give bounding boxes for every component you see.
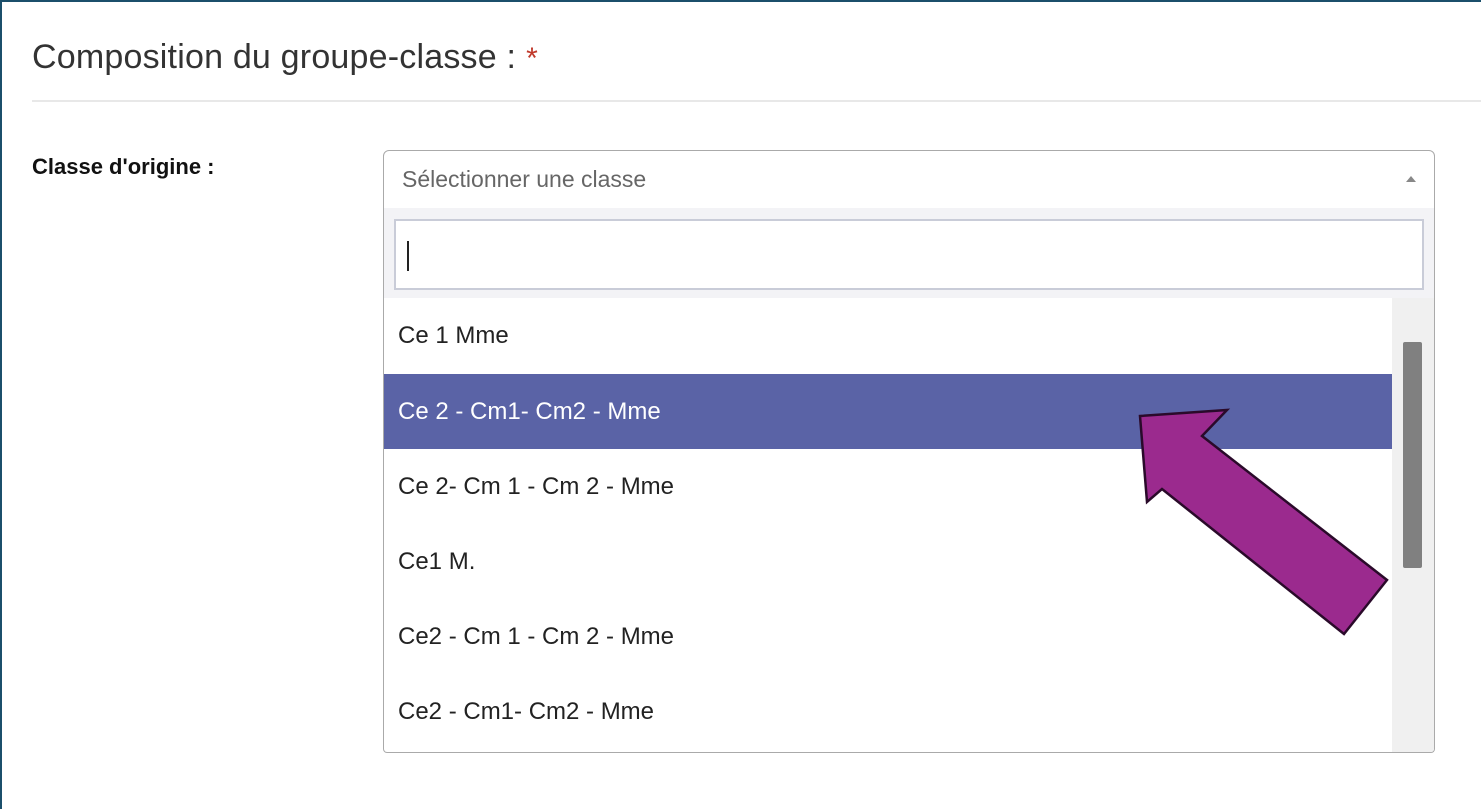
caret-up-icon[interactable] <box>1406 176 1416 182</box>
arrow-shape <box>1138 408 1389 636</box>
classe-origine-select[interactable]: Sélectionner une classe <box>383 150 1435 209</box>
option-item[interactable]: Ce 1 Mme <box>384 298 1393 374</box>
section-divider <box>32 100 1481 102</box>
required-asterisk: * <box>526 42 539 75</box>
annotation-arrow-icon <box>1138 408 1389 636</box>
classe-origine-label: Classe d'origine : <box>32 154 215 179</box>
search-container <box>384 208 1434 298</box>
dropdown-search-input[interactable] <box>394 219 1424 290</box>
dropdown-scrollbar[interactable] <box>1392 298 1434 752</box>
section-title: Composition du groupe-classe : * <box>32 38 538 77</box>
text-cursor <box>407 241 409 271</box>
section-title-text: Composition du groupe-classe : <box>32 38 517 76</box>
scrollbar-thumb[interactable] <box>1403 342 1422 568</box>
select-placeholder: Sélectionner une classe <box>402 166 647 192</box>
option-item[interactable]: Ce2 - Cm1- Cm2 - Mme <box>384 674 1393 749</box>
